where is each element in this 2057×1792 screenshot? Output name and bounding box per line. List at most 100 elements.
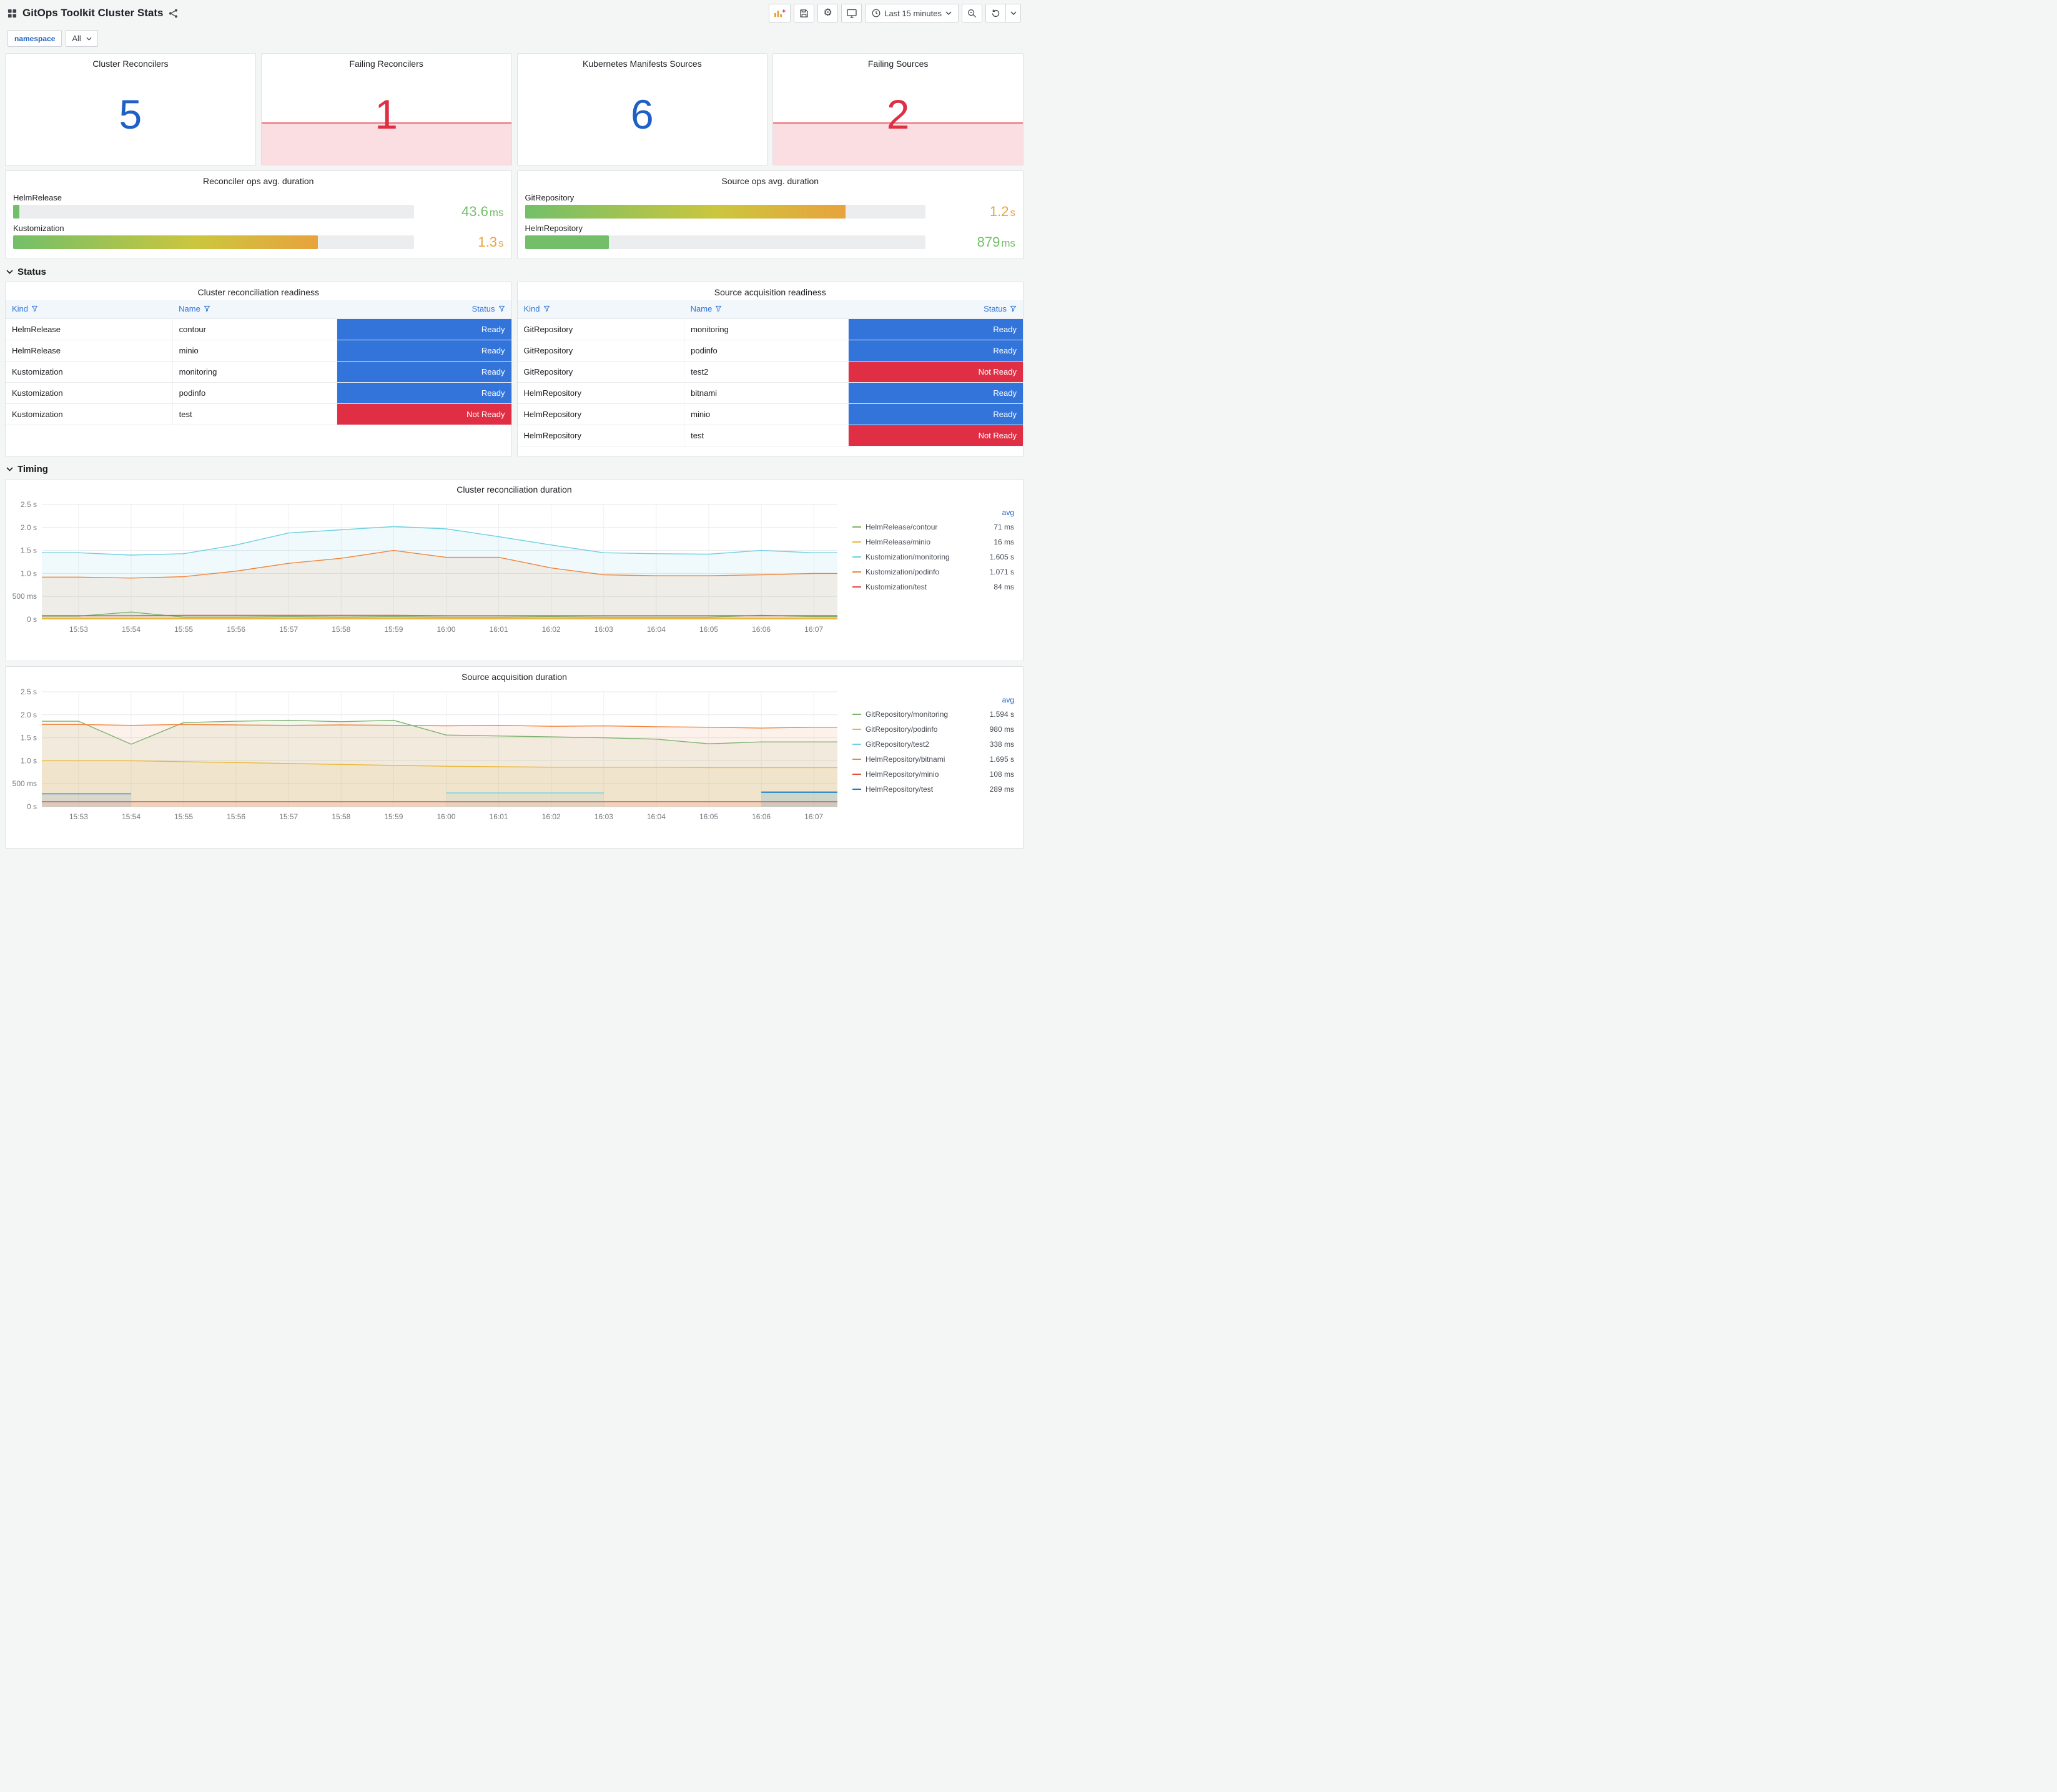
series-name[interactable]: HelmRelease/minio xyxy=(866,538,977,546)
readiness-table: Kind Name Status GitRepository monitoring Re… xyxy=(517,300,1023,446)
series-name[interactable]: Kustomization/podinfo xyxy=(866,568,977,576)
column-header-name[interactable]: Name xyxy=(172,300,337,319)
series-avg-value: 1.071 s xyxy=(989,568,1014,576)
variable-namespace-dropdown[interactable]: All xyxy=(66,30,98,47)
filter-funnel-icon[interactable] xyxy=(543,305,550,312)
table-body-0: HelmRelease contour Ready HelmRelease minio R… xyxy=(6,318,511,425)
dashboard-settings-button[interactable]: ⚙ xyxy=(817,4,839,22)
refresh-button[interactable] xyxy=(985,4,1006,22)
svg-text:0 s: 0 s xyxy=(27,802,37,811)
tv-mode-button[interactable] xyxy=(841,4,862,22)
cell-kind: Kustomization xyxy=(6,361,173,383)
gauge-track xyxy=(13,235,414,249)
chevron-down-icon xyxy=(6,270,13,274)
add-panel-icon xyxy=(774,9,786,17)
refresh-icon xyxy=(991,9,1000,18)
cell-kind: GitRepository xyxy=(517,361,685,383)
time-range-picker[interactable]: Last 15 minutes xyxy=(865,4,959,22)
legend-item[interactable]: HelmRelease/contour 71 ms xyxy=(852,519,1015,534)
series-name[interactable]: Kustomization/monitoring xyxy=(866,553,977,561)
legend-item[interactable]: GitRepository/test2 338 ms xyxy=(852,737,1015,752)
cell-status: Ready xyxy=(337,361,511,383)
series-name[interactable]: HelmRepository/bitnami xyxy=(866,755,977,764)
column-header-status[interactable]: Status xyxy=(848,300,1023,319)
series-name[interactable]: GitRepository/podinfo xyxy=(866,725,977,734)
filter-funnel-icon[interactable] xyxy=(1010,305,1017,312)
svg-text:15:53: 15:53 xyxy=(69,812,88,821)
save-dashboard-button[interactable] xyxy=(794,4,815,22)
panel-failing-reconcilers: Failing Reconcilers 1 xyxy=(260,53,512,165)
series-name[interactable]: GitRepository/test2 xyxy=(866,740,977,749)
legend-item[interactable]: HelmRepository/minio 108 ms xyxy=(852,767,1015,782)
series-avg-value: 1.594 s xyxy=(989,710,1014,719)
series-name[interactable]: GitRepository/monitoring xyxy=(866,710,977,719)
svg-text:15:54: 15:54 xyxy=(122,812,141,821)
series-color-dash xyxy=(852,729,861,730)
series-name[interactable]: HelmRelease/contour xyxy=(866,523,977,531)
section-toggle-status[interactable]: Status xyxy=(5,259,1024,282)
refresh-interval-dropdown[interactable] xyxy=(1006,4,1021,22)
svg-text:1.0 s: 1.0 s xyxy=(21,756,37,765)
cell-kind: Kustomization xyxy=(6,382,173,404)
dashboard-grid-icon[interactable] xyxy=(7,9,17,18)
column-header-status[interactable]: Status xyxy=(337,300,511,319)
filter-funnel-icon[interactable] xyxy=(204,305,210,312)
timeseries-plot-source-acquisition[interactable]: 0 s 500 ms 1.0 s 1.5 s 2.0 s 2.5 s 15:53 15:54 1… xyxy=(7,684,850,834)
filter-funnel-icon[interactable] xyxy=(498,305,505,312)
zoom-out-button[interactable] xyxy=(962,4,982,22)
panel-cluster-reconcilers: Cluster Reconcilers 5 xyxy=(5,53,256,165)
filter-funnel-icon[interactable] xyxy=(715,305,722,312)
legend-item[interactable]: Kustomization/test 84 ms xyxy=(852,579,1015,594)
svg-text:15:57: 15:57 xyxy=(279,812,298,821)
add-panel-button[interactable] xyxy=(769,4,791,22)
cell-status: Ready xyxy=(848,403,1023,425)
cell-status: Ready xyxy=(337,382,511,404)
svg-text:15:54: 15:54 xyxy=(122,625,141,634)
panel-source-ops-avg-duration: Source ops avg. duration GitRepository 1… xyxy=(516,170,1024,259)
cell-kind: GitRepository xyxy=(517,340,685,362)
series-name[interactable]: Kustomization/test xyxy=(866,583,977,591)
column-header-name[interactable]: Name xyxy=(684,300,849,319)
legend-item[interactable]: HelmRepository/bitnami 1.695 s xyxy=(852,752,1015,767)
legend-item[interactable]: Kustomization/monitoring 1.605 s xyxy=(852,549,1015,564)
filter-funnel-icon[interactable] xyxy=(31,305,38,312)
section-toggle-timing[interactable]: Timing xyxy=(5,456,1024,479)
stat-value: 6 xyxy=(631,91,654,137)
legend-item[interactable]: GitRepository/monitoring 1.594 s xyxy=(852,707,1015,722)
cell-status: Ready xyxy=(848,382,1023,404)
table-head-1: Kind Name Status xyxy=(517,300,1023,319)
series-name[interactable]: HelmRepository/test xyxy=(866,785,977,794)
legend-item[interactable]: HelmRepository/test 289 ms xyxy=(852,782,1015,797)
svg-text:16:01: 16:01 xyxy=(490,625,508,634)
svg-text:16:04: 16:04 xyxy=(647,812,666,821)
share-icon[interactable] xyxy=(169,9,178,18)
gauge-value: 879 ms xyxy=(977,234,1015,250)
column-header-kind[interactable]: Kind xyxy=(6,300,173,319)
svg-text:15:57: 15:57 xyxy=(279,625,298,634)
chart-legend-0: avg HelmRelease/contour 71 ms HelmRelease/m… xyxy=(850,497,1019,658)
legend-item[interactable]: Kustomization/podinfo 1.071 s xyxy=(852,564,1015,579)
svg-text:16:07: 16:07 xyxy=(804,812,823,821)
series-name[interactable]: HelmRepository/minio xyxy=(866,770,977,779)
gauge-helmrepository: HelmRepository 879 ms xyxy=(525,224,1015,250)
svg-text:1.5 s: 1.5 s xyxy=(21,546,37,555)
legend-item[interactable]: GitRepository/podinfo 980 ms xyxy=(852,722,1015,737)
panel-title: Failing Sources xyxy=(867,59,929,69)
cell-kind: HelmRelease xyxy=(6,340,173,362)
gauge-fill xyxy=(13,205,19,219)
table-row: HelmRepository minio Ready xyxy=(517,403,1023,425)
legend-item[interactable]: HelmRelease/minio 16 ms xyxy=(852,534,1015,549)
chart-legend-1: avg GitRepository/monitoring 1.594 s GitRep… xyxy=(850,684,1019,845)
gauge-row: Reconciler ops avg. duration HelmRelease… xyxy=(5,170,1024,259)
series-color-dash xyxy=(852,714,861,715)
panel-title: Reconciler ops avg. duration xyxy=(203,176,314,186)
table-row: Kustomization monitoring Ready xyxy=(6,361,511,383)
timeseries-plot-cluster-reconciliation[interactable]: 0 s 500 ms 1.0 s 1.5 s 2.0 s 2.5 s 15:53 15:54 1… xyxy=(7,497,850,647)
svg-text:0 s: 0 s xyxy=(27,615,37,624)
svg-text:15:58: 15:58 xyxy=(332,625,350,634)
svg-text:16:07: 16:07 xyxy=(804,625,823,634)
table-row: HelmRepository bitnami Ready xyxy=(517,382,1023,404)
gauge-kustomization: Kustomization 1.3 s xyxy=(13,224,504,249)
column-header-kind[interactable]: Kind xyxy=(517,300,684,319)
svg-text:15:58: 15:58 xyxy=(332,812,350,821)
